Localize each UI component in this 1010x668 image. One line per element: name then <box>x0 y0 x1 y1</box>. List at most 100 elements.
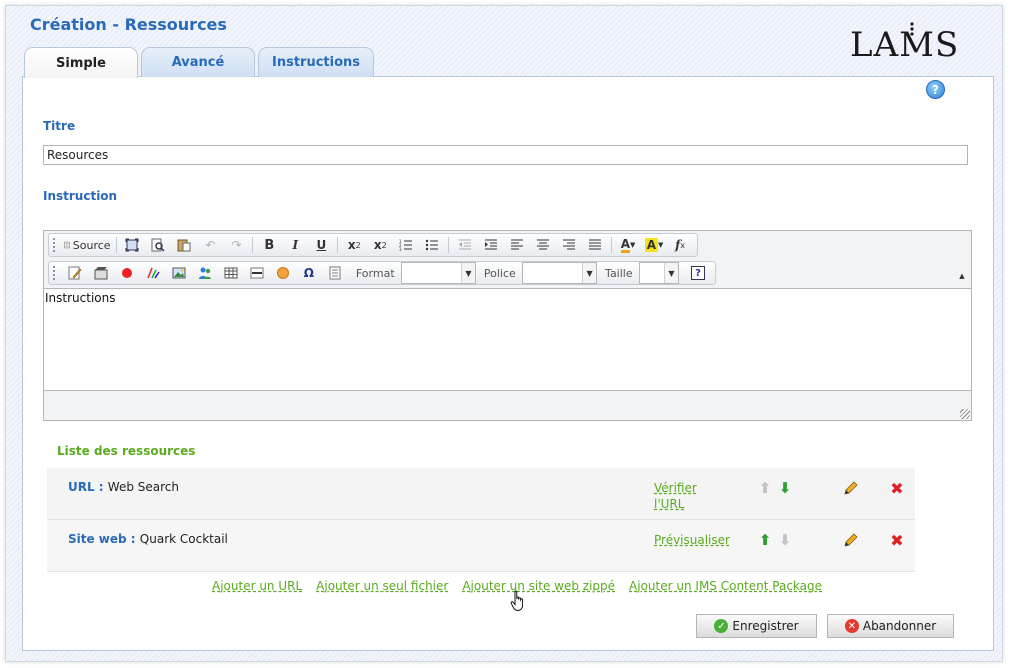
resource-type-label: Site web : <box>68 532 136 546</box>
bg-color-icon[interactable]: A ▼ <box>643 235 665 255</box>
paste-button[interactable] <box>173 235 195 255</box>
align-center-icon[interactable] <box>532 235 554 255</box>
resources-table: URL : Web Search Vérifier l'URL ⬆ ⬇ ✖ Sit… <box>47 468 915 572</box>
bold-icon[interactable]: B <box>258 235 280 255</box>
verify-url-link[interactable]: Vérifier l'URL <box>654 480 697 512</box>
draw-icon[interactable] <box>142 263 164 283</box>
draw-glyph <box>147 267 160 279</box>
format-select[interactable]: ▼ <box>400 262 476 284</box>
numbered-list-icon[interactable]: 123 <box>395 235 417 255</box>
title-input[interactable] <box>43 145 968 165</box>
add-file-link[interactable]: Ajouter un seul fichier <box>316 579 448 593</box>
horizontal-rule-icon[interactable] <box>246 263 268 283</box>
move-up-icon[interactable]: ⬆ <box>757 531 773 549</box>
italic-icon[interactable]: I <box>284 235 306 255</box>
outdent-icon[interactable] <box>454 235 476 255</box>
verify-url-line2: l'URL <box>654 497 685 511</box>
delete-icon[interactable]: ✖ <box>889 479 905 498</box>
table-row: Site web : Quark Cocktail Prévisualiser … <box>47 520 915 572</box>
video-icon[interactable] <box>90 263 112 283</box>
outdent-glyph <box>459 239 472 250</box>
undo-icon[interactable]: ↶ <box>199 235 221 255</box>
chevron-down-icon: ▼ <box>460 263 475 283</box>
add-zipped-site-link[interactable]: Ajouter un site web zippé <box>462 579 615 593</box>
preview-link-label: Prévisualiser <box>654 533 730 547</box>
source-button[interactable]: Source <box>64 235 111 255</box>
text-color-icon[interactable]: A ▼ <box>617 235 639 255</box>
align-left-icon[interactable] <box>506 235 528 255</box>
editor-toolbar-row-2: Ω Format ▼ Police ▼ Taille ▼ ? <box>48 261 716 285</box>
underline-icon[interactable]: U <box>310 235 332 255</box>
align-center-glyph <box>537 239 550 250</box>
lams-logo: LAMS <box>850 25 960 65</box>
horizontal-rule-glyph <box>250 267 264 279</box>
resource-type-label: URL : <box>68 480 104 494</box>
move-up-icon[interactable]: ⬆ <box>757 479 773 497</box>
help-icon[interactable]: ? <box>926 80 945 99</box>
maximize-icon <box>125 238 139 252</box>
tab-simple[interactable]: Simple <box>24 47 138 78</box>
subscript-icon[interactable]: x2 <box>343 235 365 255</box>
image-icon[interactable] <box>168 263 190 283</box>
edit-pencil-icon[interactable] <box>843 532 859 548</box>
indent-glyph <box>485 239 498 250</box>
toolbar-grip[interactable] <box>53 238 56 252</box>
preview-link[interactable]: Prévisualiser <box>654 532 730 548</box>
redo-icon[interactable]: ↷ <box>225 235 247 255</box>
toolbar-separator <box>448 237 450 253</box>
edit-pencil-icon[interactable] <box>843 480 859 496</box>
source-icon <box>64 241 70 249</box>
move-down-icon[interactable]: ⬇ <box>777 479 793 497</box>
save-button[interactable]: ✓ Enregistrer <box>696 614 817 638</box>
toolbar-separator <box>337 237 339 253</box>
cancel-button-label: Abandonner <box>862 619 937 633</box>
toolbar-grip[interactable] <box>53 266 56 280</box>
superscript-icon[interactable]: x2 <box>369 235 391 255</box>
record-icon[interactable] <box>116 263 138 283</box>
people-glyph <box>198 267 211 279</box>
move-down-icon[interactable]: ⬇ <box>777 531 793 549</box>
svg-text:3: 3 <box>399 247 402 252</box>
size-select[interactable]: ▼ <box>638 262 679 284</box>
font-label: Police <box>483 266 516 280</box>
chevron-down-icon: ▼ <box>664 263 678 283</box>
table-icon[interactable] <box>220 263 242 283</box>
page-break-icon[interactable] <box>324 263 346 283</box>
chevron-down-icon: ▼ <box>582 263 597 283</box>
editor-help-icon[interactable]: ? <box>687 263 709 283</box>
add-ims-package-link[interactable]: Ajouter un IMS Content Package <box>629 579 822 593</box>
page-title: Création - Ressources <box>30 15 227 34</box>
people-icon[interactable] <box>194 263 216 283</box>
editor-toolbar-row-1: Source ↶ ↷ B I U x2 x2 123 A ▼ A ▼ f x <box>48 233 698 257</box>
special-char-icon[interactable]: Ω <box>298 263 320 283</box>
toolbar-separator <box>252 237 254 253</box>
preview-button[interactable] <box>147 235 169 255</box>
indent-icon[interactable] <box>480 235 502 255</box>
page-break-glyph <box>329 266 341 280</box>
align-left-glyph <box>511 239 524 250</box>
edit-doc-glyph <box>68 266 82 280</box>
font-select[interactable]: ▼ <box>521 262 598 284</box>
resize-handle[interactable] <box>960 409 970 419</box>
maximize-button[interactable] <box>121 235 143 255</box>
justify-icon[interactable] <box>584 235 606 255</box>
tab-bar: Simple Avancé Instructions <box>24 47 374 78</box>
smiley-icon[interactable] <box>272 263 294 283</box>
editor-content[interactable]: Instructions <box>44 288 971 391</box>
video-glyph <box>94 267 108 280</box>
instruction-label: Instruction <box>43 189 118 203</box>
tab-instructions[interactable]: Instructions <box>258 47 374 77</box>
verify-url-line1: Vérifier <box>654 481 697 495</box>
formula-icon[interactable]: fx <box>669 235 691 255</box>
cancel-button[interactable]: ✕ Abandonner <box>827 614 954 638</box>
tab-advanced[interactable]: Avancé <box>141 47 255 77</box>
bullet-list-icon[interactable] <box>421 235 443 255</box>
add-url-link[interactable]: Ajouter un URL <box>212 579 302 593</box>
numbered-list-glyph: 123 <box>399 239 413 252</box>
delete-icon[interactable]: ✖ <box>889 531 905 550</box>
toolbar-separator <box>115 237 117 253</box>
align-right-glyph <box>563 239 576 250</box>
edit-doc-icon[interactable] <box>64 263 86 283</box>
collapse-toolbar-icon[interactable]: ▲ <box>957 271 967 281</box>
align-right-icon[interactable] <box>558 235 580 255</box>
